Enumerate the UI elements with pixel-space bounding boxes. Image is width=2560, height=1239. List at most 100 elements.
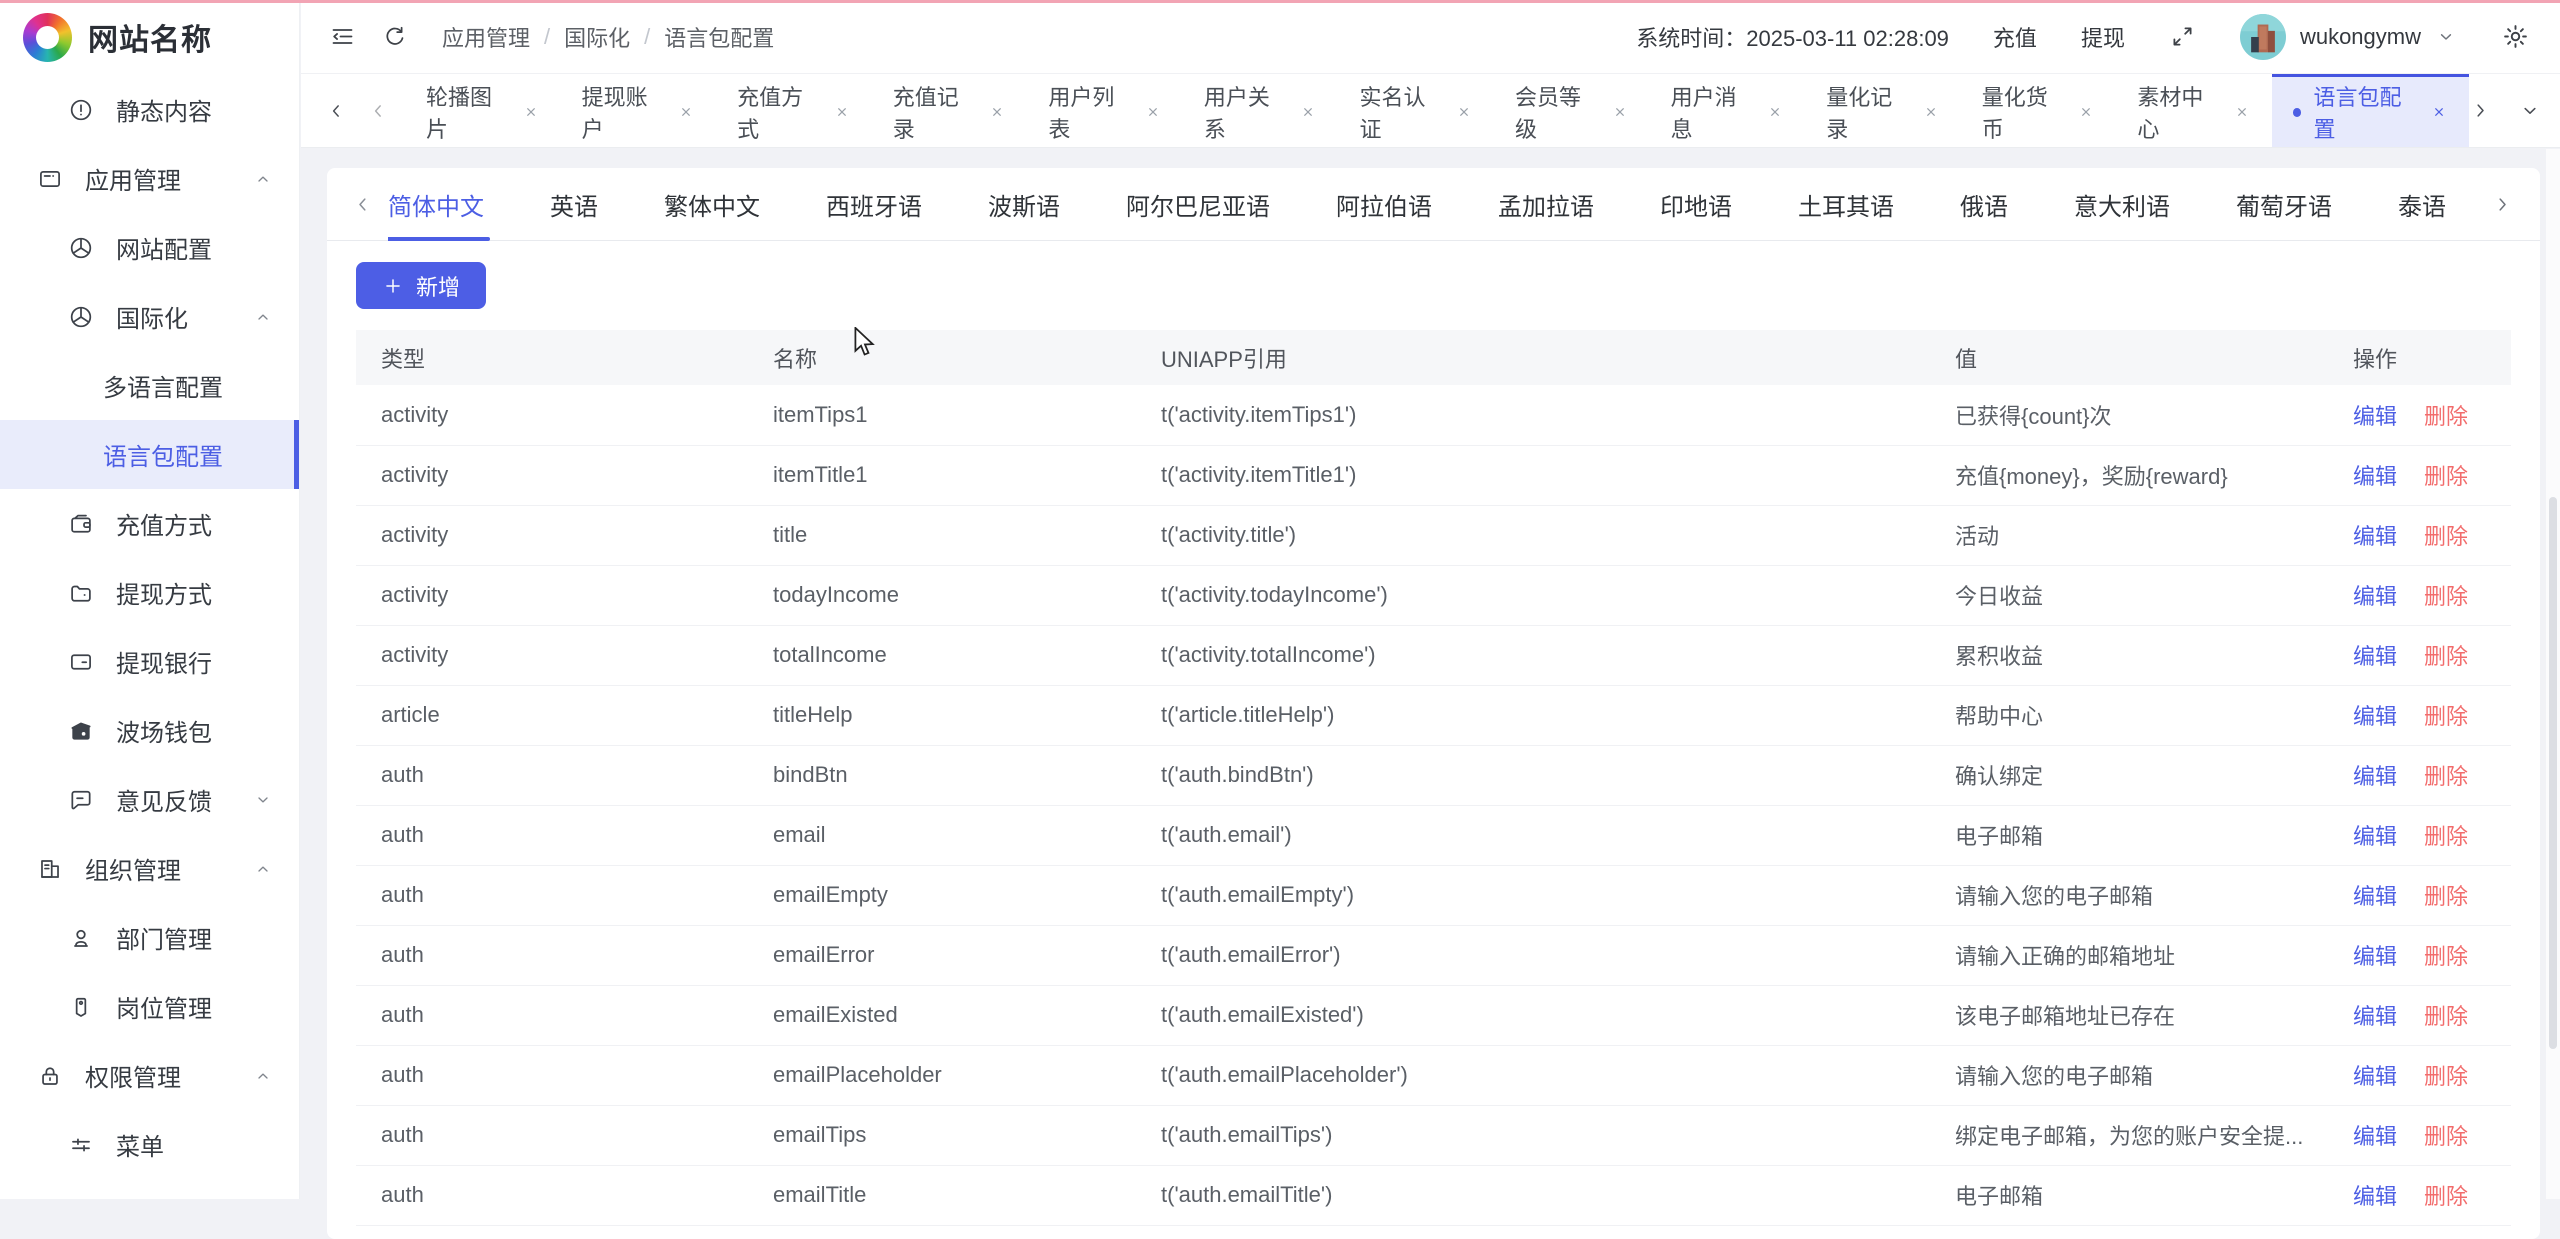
close-icon[interactable] [2077,103,2095,121]
lang-tab-hi[interactable]: 印地语 [1660,168,1732,241]
delete-link[interactable]: 删除 [2424,824,2468,849]
delete-link[interactable]: 删除 [2424,764,2468,789]
tab-withdraw-account[interactable]: 提现账户 [561,74,717,147]
sidebar-item-withdraw-bank[interactable]: 提现银行 [0,627,299,696]
edit-link[interactable]: 编辑 [2353,644,2397,669]
tabs-scroll-left-icon[interactable] [315,74,357,147]
sidebar-item-position-management[interactable]: 岗位管理 [0,972,299,1041]
lang-tab-zh-tw[interactable]: 繁体中文 [664,168,760,241]
breadcrumb-item[interactable]: 应用管理 [442,21,530,53]
tab-material-center[interactable]: 素材中心 [2116,74,2272,147]
sidebar-item-multi-language-config[interactable]: 多语言配置 [0,351,299,420]
sidebar-item-i18n[interactable]: 国际化 [0,282,299,351]
delete-link[interactable]: 删除 [2424,584,2468,609]
gear-icon[interactable] [2501,22,2530,51]
lang-tab-ar[interactable]: 阿拉伯语 [1336,168,1432,241]
sidebar-item-static-content[interactable]: 静态内容 [0,75,299,144]
edit-link[interactable]: 编辑 [2353,404,2397,429]
delete-link[interactable]: 删除 [2424,884,2468,909]
sidebar-item-permission-management[interactable]: 权限管理 [0,1041,299,1110]
tab-carousel-images[interactable]: 轮播图片 [405,74,561,147]
tab-user-message[interactable]: 用户消息 [1650,74,1806,147]
delete-link[interactable]: 删除 [2424,404,2468,429]
close-icon[interactable] [1144,103,1162,121]
scrollbar-thumb[interactable] [2549,497,2557,1049]
lang-scroll-left-icon[interactable] [351,193,374,216]
sidebar-item-menu[interactable]: 菜单 [0,1110,299,1179]
lang-tab-pt[interactable]: 葡萄牙语 [2236,168,2332,241]
close-icon[interactable] [1766,103,1784,121]
tab-user-relation[interactable]: 用户关系 [1183,74,1339,147]
lang-tab-en[interactable]: 英语 [550,168,598,241]
refresh-icon[interactable] [382,24,408,50]
edit-link[interactable]: 编辑 [2353,704,2397,729]
close-icon[interactable] [1922,103,1940,121]
tabs-scroll-right-icon[interactable] [2469,99,2492,122]
tab-recharge-record[interactable]: 充值记录 [872,74,1028,147]
edit-link[interactable]: 编辑 [2353,1124,2397,1149]
sidebar-item-withdraw-method[interactable]: 提现方式 [0,558,299,627]
delete-link[interactable]: 删除 [2424,1124,2468,1149]
user-menu[interactable]: wukongymw [2240,14,2457,60]
close-icon[interactable] [2233,103,2251,121]
close-icon[interactable] [833,103,851,121]
edit-link[interactable]: 编辑 [2353,464,2397,489]
edit-link[interactable]: 编辑 [2353,524,2397,549]
tab-recharge-method[interactable]: 充值方式 [716,74,872,147]
tab-quant-record[interactable]: 量化记录 [1805,74,1961,147]
edit-link[interactable]: 编辑 [2353,764,2397,789]
sidebar-item-language-pack-config[interactable]: 语言包配置 [0,420,299,489]
sidebar-item-app-management[interactable]: 应用管理 [0,144,299,213]
edit-link[interactable]: 编辑 [2353,1064,2397,1089]
close-icon[interactable] [1611,103,1629,121]
delete-link[interactable]: 删除 [2424,1184,2468,1209]
lang-tab-bn[interactable]: 孟加拉语 [1498,168,1594,241]
edit-link[interactable]: 编辑 [2353,884,2397,909]
add-button[interactable]: 新增 [356,262,486,309]
lang-scroll-right-icon[interactable] [2491,193,2514,216]
edit-link[interactable]: 编辑 [2353,944,2397,969]
lang-tab-fa[interactable]: 波斯语 [988,168,1060,241]
tab-member-level[interactable]: 会员等级 [1494,74,1650,147]
tab-language-pack-config[interactable]: 语言包配置 [2272,74,2469,147]
scrollbar-track[interactable] [2546,149,2560,1199]
tab-real-name-auth[interactable]: 实名认证 [1338,74,1494,147]
close-icon[interactable] [1455,103,1473,121]
delete-link[interactable]: 删除 [2424,464,2468,489]
tab-quant-currency[interactable]: 量化货币 [1961,74,2117,147]
lang-tab-zh-cn[interactable]: 简体中文 [388,168,484,241]
delete-link[interactable]: 删除 [2424,944,2468,969]
lang-tab-it[interactable]: 意大利语 [2074,168,2170,241]
sidebar-collapse-icon[interactable] [329,23,356,50]
sidebar-item-department-management[interactable]: 部门管理 [0,903,299,972]
avatar[interactable] [2240,14,2286,60]
withdraw-button[interactable]: 提现 [2081,21,2125,53]
delete-link[interactable]: 删除 [2424,644,2468,669]
lang-tab-th[interactable]: 泰语 [2398,168,2446,241]
sidebar-item-recharge-method[interactable]: 充值方式 [0,489,299,558]
fullscreen-icon[interactable] [2169,23,2196,50]
sidebar-item-org-management[interactable]: 组织管理 [0,834,299,903]
sidebar-item-feedback[interactable]: 意见反馈 [0,765,299,834]
close-icon[interactable] [988,103,1006,121]
tabs-more-icon[interactable] [2518,99,2542,123]
lang-tab-ru[interactable]: 俄语 [1960,168,2008,241]
edit-link[interactable]: 编辑 [2353,1004,2397,1029]
edit-link[interactable]: 编辑 [2353,584,2397,609]
close-icon[interactable] [1299,103,1317,121]
lang-tab-tr[interactable]: 土耳其语 [1798,168,1894,241]
edit-link[interactable]: 编辑 [2353,824,2397,849]
delete-link[interactable]: 删除 [2424,524,2468,549]
lang-tab-es[interactable]: 西班牙语 [826,168,922,241]
delete-link[interactable]: 删除 [2424,1004,2468,1029]
sidebar-item-tron-wallet[interactable]: 波场钱包 [0,696,299,765]
recharge-button[interactable]: 充值 [1993,21,2037,53]
tab-user-list[interactable]: 用户列表 [1027,74,1183,147]
lang-tab-sq[interactable]: 阿尔巴尼亚语 [1126,168,1270,241]
delete-link[interactable]: 删除 [2424,704,2468,729]
close-icon[interactable] [2430,103,2448,121]
sidebar-item-website-config[interactable]: 网站配置 [0,213,299,282]
close-icon[interactable] [522,103,540,121]
tabs-scroll-left2-icon[interactable] [357,74,399,147]
close-icon[interactable] [677,103,695,121]
